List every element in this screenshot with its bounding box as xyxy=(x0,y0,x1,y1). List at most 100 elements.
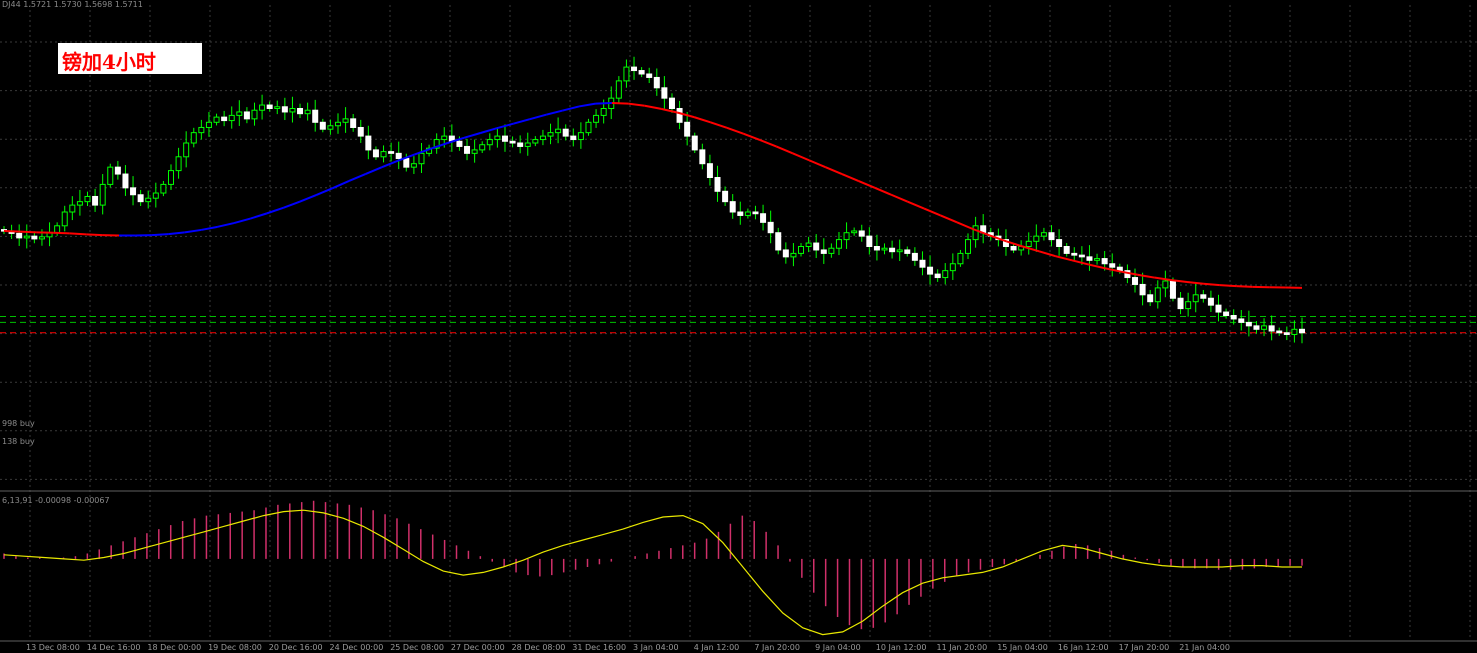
candle-body xyxy=(866,235,873,247)
candle-body xyxy=(243,111,250,120)
candle-body xyxy=(137,194,144,203)
candle-body xyxy=(851,230,858,234)
candle-body xyxy=(714,177,721,192)
candle-body xyxy=(69,204,76,213)
candle-body xyxy=(501,135,508,142)
ma-segment xyxy=(217,222,235,228)
candle-body xyxy=(145,197,152,203)
ma-segment xyxy=(282,200,301,209)
ma-segment xyxy=(332,180,350,190)
candle-body xyxy=(1010,246,1017,251)
ma-segment xyxy=(775,145,794,155)
candle-body xyxy=(653,76,660,89)
candle-body xyxy=(858,230,865,237)
ma-segment xyxy=(595,101,612,105)
candle-body xyxy=(1162,280,1169,289)
candle-body xyxy=(919,259,926,268)
candle-body xyxy=(577,132,584,141)
x-tick-label: 18 Dec 00:00 xyxy=(147,643,202,652)
candle-body xyxy=(289,108,296,113)
ma-segment xyxy=(266,206,284,215)
candle-body xyxy=(1223,311,1230,316)
candle-body xyxy=(965,239,972,254)
candle-body xyxy=(934,273,941,279)
candle-body xyxy=(456,140,463,147)
macd-indicator xyxy=(3,500,1303,636)
ma-segment xyxy=(644,104,662,110)
candle-body xyxy=(1154,287,1161,303)
candle-body xyxy=(1200,294,1207,299)
ma-segment xyxy=(940,214,958,224)
order-lines xyxy=(0,316,1477,334)
x-tick-label: 11 Jan 20:00 xyxy=(936,643,988,652)
ma-segment xyxy=(3,229,21,233)
candle-body xyxy=(1185,301,1192,310)
candle-body xyxy=(1086,256,1093,261)
ma-segment xyxy=(841,173,859,182)
annotation-box: 镑加4小时 xyxy=(58,43,202,74)
candle-body xyxy=(1230,315,1237,320)
x-tick-label: 25 Dec 08:00 xyxy=(390,643,444,652)
candle-body xyxy=(813,242,820,251)
price-candles xyxy=(1,56,1305,344)
candle-body xyxy=(722,190,729,203)
candle-body xyxy=(889,247,896,253)
candle-body xyxy=(221,116,228,122)
candle-body xyxy=(1261,325,1268,330)
candle-body xyxy=(1101,258,1108,265)
ma-segment xyxy=(69,232,87,236)
candle-body xyxy=(835,239,842,249)
ma-segment xyxy=(578,102,596,108)
candle-body xyxy=(259,104,266,111)
candle-body xyxy=(410,163,417,168)
candle-body xyxy=(92,195,99,206)
candle-body xyxy=(16,232,23,239)
candle-body xyxy=(555,128,562,134)
candle-body xyxy=(99,183,106,206)
candle-body xyxy=(585,121,592,134)
candle-body xyxy=(183,142,190,158)
candle-body xyxy=(76,201,83,206)
candle-body xyxy=(54,225,61,234)
candle-body xyxy=(372,149,379,158)
indicator-info: 6,13,91 -0.00098 -0.00067 xyxy=(2,496,110,505)
candle-body xyxy=(464,145,471,154)
candle-body xyxy=(684,121,691,137)
candle-body xyxy=(638,70,645,75)
candle-body xyxy=(729,201,736,213)
ma-segment xyxy=(1203,282,1220,287)
x-tick-label: 16 Jan 12:00 xyxy=(1057,643,1109,652)
ma-segment xyxy=(233,217,251,225)
x-tick-label: 21 Jan 04:00 xyxy=(1179,643,1230,652)
symbol-info: DJ44 1.5721 1.5730 1.5698 1.5711 xyxy=(2,0,143,9)
candle-body xyxy=(388,151,395,154)
candle-body xyxy=(1253,325,1260,330)
candle-body xyxy=(38,236,45,240)
candle-body xyxy=(1040,232,1047,237)
ma-segment xyxy=(890,193,909,203)
candle-body xyxy=(873,246,880,251)
candle-body xyxy=(820,249,827,254)
candle-body xyxy=(775,232,782,251)
candle-body xyxy=(213,116,220,123)
candle-body xyxy=(1177,297,1184,310)
candle-body xyxy=(31,235,38,240)
candle-body xyxy=(706,163,713,178)
candle-body xyxy=(160,183,167,194)
candle-body xyxy=(1033,235,1040,242)
candle-body xyxy=(699,149,706,165)
candle-body xyxy=(942,270,949,279)
ma-segment xyxy=(365,166,383,175)
candle-body xyxy=(1063,246,1070,254)
candle-body xyxy=(570,135,577,141)
ma-segment xyxy=(86,233,103,237)
ma-segment xyxy=(184,228,202,234)
ma-segment xyxy=(1071,259,1089,266)
candle-body xyxy=(152,192,159,199)
candle-body xyxy=(623,66,630,82)
candle-body xyxy=(744,211,751,216)
ma-segment xyxy=(168,231,185,236)
candle-body xyxy=(266,104,273,110)
ma-segment xyxy=(759,138,777,148)
candle-body xyxy=(365,135,372,151)
